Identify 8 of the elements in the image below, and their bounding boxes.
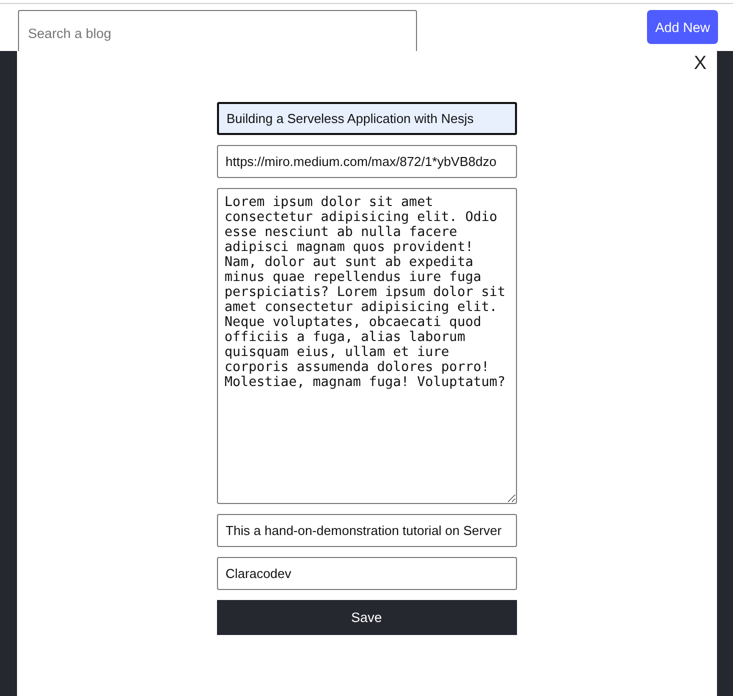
save-button[interactable]: Save bbox=[216, 600, 516, 635]
input-field[interactable]: This a hand-on-demonstration tutorial on Server bbox=[216, 514, 516, 547]
text-area[interactable]: Lorem ipsum dolor sit amet consectetur adipisicing elit. Odio esse nesciunt ab nulla facere adipisci magnam quos provident! Nam, dolor aut sunt ab expedita minus quae repellendus iure fuga perspiciatis? Lorem ipsum dolor sit amet consectetur adipisicing elit. Neque voluptates, obcaecati quod officiis a fuga, alias laborum quisquam eius, ullam et iure corporis assumenda dolores porro! Molestiae, magnam fuga! Voluptatum? bbox=[216, 188, 516, 504]
close-button[interactable]: X bbox=[692, 53, 708, 75]
input-field[interactable]: Claracodev bbox=[216, 557, 516, 590]
input-field[interactable]: Building a Serveless Application with Nesjs bbox=[216, 102, 516, 135]
add-new-button[interactable]: Add New bbox=[647, 10, 718, 44]
input-field[interactable]: https://miro.medium.com/max/872/1*ybVB8dzo bbox=[216, 145, 516, 178]
